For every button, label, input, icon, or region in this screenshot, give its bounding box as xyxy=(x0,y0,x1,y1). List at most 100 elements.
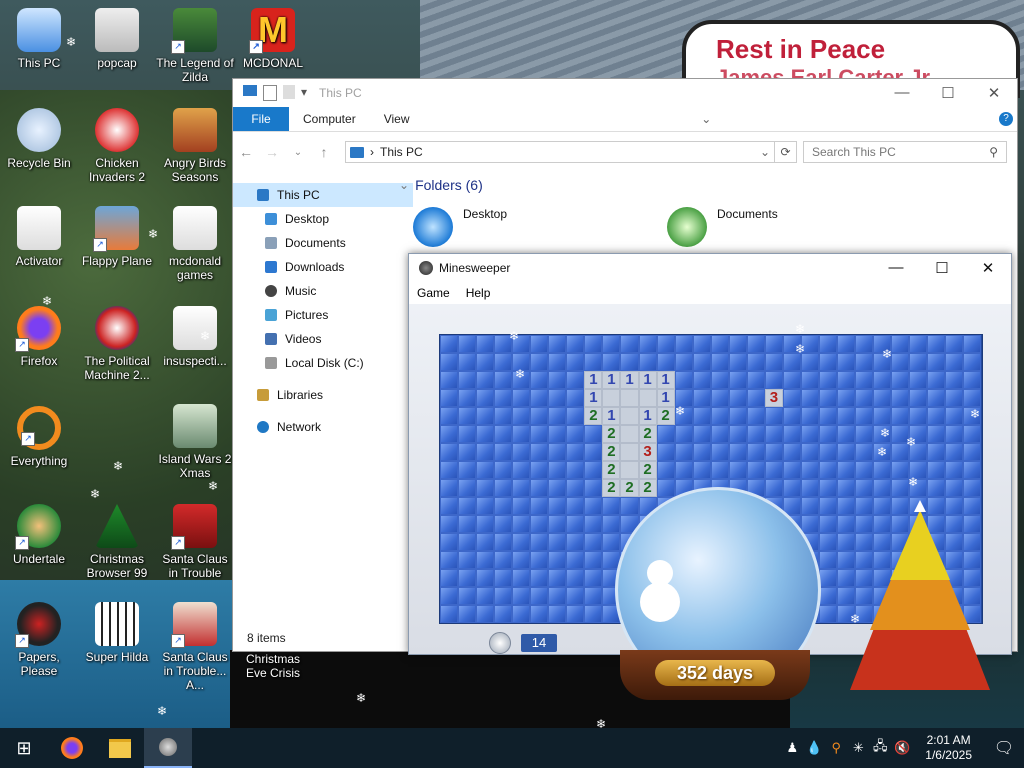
covered-cell[interactable] xyxy=(728,389,747,407)
covered-cell[interactable] xyxy=(494,569,513,587)
covered-cell[interactable] xyxy=(476,497,495,515)
covered-cell[interactable] xyxy=(656,425,675,443)
covered-cell[interactable] xyxy=(818,533,838,551)
covered-cell[interactable] xyxy=(548,407,567,425)
covered-cell[interactable] xyxy=(818,425,838,443)
covered-cell[interactable] xyxy=(728,443,747,461)
covered-cell[interactable] xyxy=(440,551,459,569)
covered-cell[interactable] xyxy=(692,407,711,425)
covered-cell[interactable] xyxy=(512,407,531,425)
covered-cell[interactable] xyxy=(476,551,495,569)
revealed-cell[interactable]: 2 xyxy=(638,461,657,479)
revealed-cell[interactable]: 2 xyxy=(656,407,675,425)
covered-cell[interactable] xyxy=(927,479,946,497)
desktop-icon-christmas-eve-crisis[interactable]: Christmas Eve Crisis xyxy=(234,652,312,680)
desktop-icon-chicken-invaders[interactable]: Chicken Invaders 2 xyxy=(78,108,156,184)
covered-cell[interactable] xyxy=(584,551,603,569)
covered-cell[interactable] xyxy=(891,461,910,479)
covered-cell[interactable] xyxy=(674,371,693,389)
covered-cell[interactable] xyxy=(440,407,459,425)
covered-cell[interactable] xyxy=(584,425,603,443)
covered-cell[interactable] xyxy=(530,551,549,569)
close-button[interactable]: ✕ xyxy=(965,259,1011,277)
revealed-cell[interactable]: 2 xyxy=(638,479,657,497)
covered-cell[interactable] xyxy=(440,587,459,605)
covered-cell[interactable] xyxy=(710,461,729,479)
properties-icon[interactable] xyxy=(263,85,277,101)
covered-cell[interactable] xyxy=(476,461,495,479)
covered-cell[interactable] xyxy=(566,425,585,443)
covered-cell[interactable] xyxy=(458,353,477,371)
revealed-cell[interactable]: 2 xyxy=(602,425,621,443)
menu-game[interactable]: Game xyxy=(417,286,450,300)
covered-cell[interactable] xyxy=(855,335,874,353)
start-button[interactable]: ⊞ xyxy=(0,728,48,768)
covered-cell[interactable] xyxy=(494,605,513,623)
covered-cell[interactable] xyxy=(746,335,765,353)
tab-file[interactable]: File xyxy=(233,107,289,131)
volume-icon[interactable]: 🔇 xyxy=(892,740,912,756)
minesweeper-title-bar[interactable]: Minesweeper — ☐ ✕ xyxy=(409,254,1011,282)
desktop-icon-popcap[interactable]: popcap xyxy=(78,8,156,70)
covered-cell[interactable] xyxy=(927,389,946,407)
covered-cell[interactable] xyxy=(458,551,477,569)
revealed-cell[interactable]: 2 xyxy=(602,479,621,497)
covered-cell[interactable] xyxy=(945,479,964,497)
covered-cell[interactable] xyxy=(818,569,838,587)
covered-cell[interactable] xyxy=(764,479,783,497)
covered-cell[interactable] xyxy=(963,389,982,407)
covered-cell[interactable] xyxy=(728,371,747,389)
revealed-cell[interactable]: 2 xyxy=(584,407,603,425)
covered-cell[interactable] xyxy=(458,569,477,587)
covered-cell[interactable] xyxy=(692,371,711,389)
covered-cell[interactable] xyxy=(837,407,856,425)
covered-cell[interactable] xyxy=(440,353,459,371)
covered-cell[interactable] xyxy=(674,443,693,461)
back-arrow-icon[interactable]: ← xyxy=(233,144,259,160)
covered-cell[interactable] xyxy=(494,515,513,533)
covered-cell[interactable] xyxy=(530,461,549,479)
desktop-icon-zilda[interactable]: ↗ The Legend of Zilda xyxy=(156,8,234,84)
covered-cell[interactable] xyxy=(512,425,531,443)
revealed-cell[interactable]: 2 xyxy=(602,461,621,479)
covered-cell[interactable] xyxy=(710,443,729,461)
covered-cell[interactable] xyxy=(602,497,621,515)
covered-cell[interactable] xyxy=(584,497,603,515)
covered-cell[interactable] xyxy=(891,371,910,389)
covered-cell[interactable] xyxy=(548,587,567,605)
covered-cell[interactable] xyxy=(674,461,693,479)
covered-cell[interactable] xyxy=(512,497,531,515)
covered-cell[interactable] xyxy=(494,461,513,479)
covered-cell[interactable] xyxy=(494,551,513,569)
covered-cell[interactable] xyxy=(440,479,459,497)
revealed-cell[interactable]: 3 xyxy=(638,443,657,461)
covered-cell[interactable] xyxy=(548,497,567,515)
covered-cell[interactable] xyxy=(963,443,982,461)
covered-cell[interactable] xyxy=(855,407,874,425)
forward-arrow-icon[interactable]: → xyxy=(259,144,285,160)
covered-cell[interactable] xyxy=(494,533,513,551)
covered-cell[interactable] xyxy=(530,605,549,623)
taskbar-clock[interactable]: 2:01 AM 1/6/2025 xyxy=(925,733,972,763)
covered-cell[interactable] xyxy=(855,371,874,389)
covered-cell[interactable] xyxy=(512,605,531,623)
covered-cell[interactable] xyxy=(818,461,838,479)
covered-cell[interactable] xyxy=(458,335,477,353)
covered-cell[interactable] xyxy=(692,335,711,353)
covered-cell[interactable] xyxy=(818,353,838,371)
covered-cell[interactable] xyxy=(945,443,964,461)
covered-cell[interactable] xyxy=(566,515,585,533)
covered-cell[interactable] xyxy=(458,389,477,407)
covered-cell[interactable] xyxy=(476,479,495,497)
explorer-title-bar[interactable]: ▾ This PC — ☐ ✕ xyxy=(233,79,1017,107)
sidebar-item-local-disk[interactable]: Local Disk (C:) xyxy=(233,351,393,375)
covered-cell[interactable] xyxy=(440,389,459,407)
covered-cell[interactable] xyxy=(800,425,819,443)
covered-cell[interactable] xyxy=(440,515,459,533)
sidebar-item-videos[interactable]: Videos xyxy=(233,327,393,351)
covered-cell[interactable] xyxy=(800,443,819,461)
covered-cell[interactable] xyxy=(909,335,928,353)
covered-cell[interactable] xyxy=(494,425,513,443)
revealed-cell[interactable] xyxy=(620,389,639,407)
revealed-cell[interactable] xyxy=(620,443,639,461)
